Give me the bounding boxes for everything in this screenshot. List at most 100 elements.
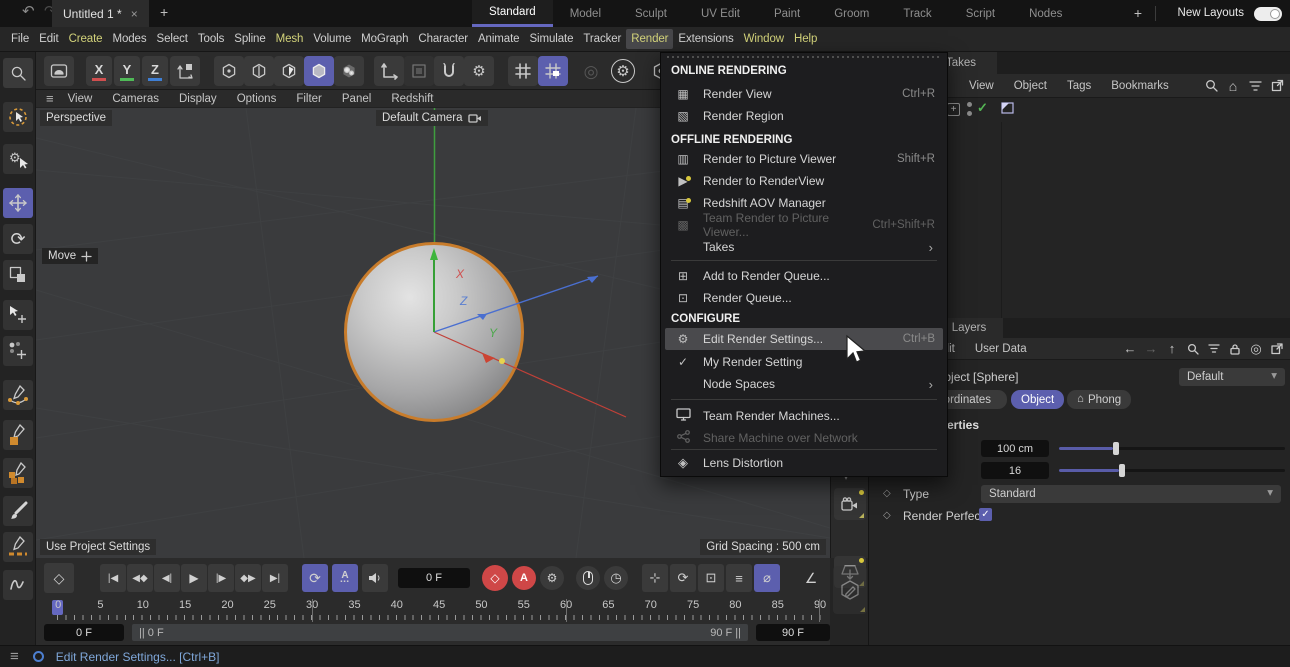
tear-off-strip[interactable]: [667, 56, 941, 58]
menu-bar-item[interactable]: Select: [152, 29, 193, 49]
range-end-field[interactable]: 90 F: [756, 624, 830, 641]
go-to-end-button[interactable]: ▶|: [262, 564, 288, 592]
interactive-render-region-button[interactable]: ◎: [576, 56, 606, 86]
render-perfect-checkbox[interactable]: ✓: [979, 508, 992, 521]
menu-item-takes[interactable]: Takes ›: [665, 236, 943, 258]
camera-label[interactable]: Default Camera: [376, 110, 488, 126]
key-scale-button[interactable]: ⊡: [698, 564, 724, 592]
menu-bar-item[interactable]: Simulate: [524, 29, 578, 49]
transform-tool[interactable]: [3, 300, 33, 330]
menu-bar-item[interactable]: Volume: [308, 29, 356, 49]
menu-item-render-to-picture-viewer[interactable]: ▥ Render to Picture Viewer Shift+R: [665, 148, 943, 170]
range-handle-left[interactable]: ||: [139, 627, 145, 639]
menu-bar-item[interactable]: Tools: [193, 29, 229, 49]
model-mode-button[interactable]: [304, 56, 334, 86]
add-document-tab-button[interactable]: +: [160, 5, 168, 19]
workplane-button[interactable]: [404, 56, 434, 86]
keyframe-selection-button[interactable]: [576, 566, 600, 590]
popout-icon[interactable]: [1267, 342, 1287, 355]
radius-slider[interactable]: [1059, 442, 1285, 455]
key-rotation-button[interactable]: ⟳: [670, 564, 696, 592]
make-keyframe-button[interactable]: ◇: [44, 563, 74, 593]
layout-tab[interactable]: Model: [553, 0, 618, 27]
lock-icon[interactable]: [1225, 343, 1245, 355]
menu-item-add-to-render-queue[interactable]: ⊞ Add to Render Queue...: [665, 265, 943, 287]
viewport-menu-item[interactable]: Cameras: [102, 93, 169, 105]
sphere-object[interactable]: [344, 242, 524, 422]
layout-tab[interactable]: Sculpt: [618, 0, 684, 27]
range-start-field[interactable]: 0 F: [44, 624, 124, 641]
undo-icon[interactable]: ↶: [22, 4, 35, 19]
spline-pen-tool[interactable]: [3, 380, 33, 410]
menu-bar-item[interactable]: Tracker: [578, 29, 626, 49]
autokey-ruler-button[interactable]: A ▪▪▪: [332, 564, 358, 592]
menu-bar-item[interactable]: Extensions: [673, 29, 738, 49]
up-icon[interactable]: ↑: [1162, 341, 1182, 356]
scale-tool[interactable]: [3, 260, 33, 290]
close-icon[interactable]: ×: [131, 7, 138, 21]
menu-bar-item[interactable]: Edit: [34, 29, 63, 49]
key-filter-button[interactable]: ⌀: [754, 564, 780, 592]
points-mode-button[interactable]: [214, 56, 244, 86]
sound-button[interactable]: [362, 564, 388, 592]
render-view-toolbar-button[interactable]: [44, 56, 74, 86]
key-parameters-button[interactable]: ≡: [726, 564, 752, 592]
viewport-menu-item[interactable]: Options: [227, 93, 287, 105]
back-icon[interactable]: ←: [1120, 341, 1140, 356]
popout-icon[interactable]: [1267, 79, 1287, 92]
new-layouts-toggle[interactable]: [1254, 7, 1282, 21]
menu-bar-item[interactable]: Mesh: [271, 29, 309, 49]
menu-bar-item[interactable]: MoGraph: [356, 29, 413, 49]
layout-tab[interactable]: Standard: [472, 0, 553, 27]
menu-bar-item[interactable]: Modes: [107, 29, 151, 49]
forward-icon[interactable]: →: [1141, 341, 1161, 356]
polygons-mode-button[interactable]: [274, 56, 304, 86]
layout-tab[interactable]: Track: [886, 0, 948, 27]
expand-icon[interactable]: +: [947, 103, 960, 116]
menu-bar-item[interactable]: File: [6, 29, 34, 49]
menu-item-team-render-machines[interactable]: Team Render Machines...: [665, 405, 943, 427]
quantize-button[interactable]: [538, 56, 568, 86]
next-key-button[interactable]: ◆▶: [235, 564, 261, 592]
menu-bar-item[interactable]: Create: [64, 29, 108, 49]
object-manager-menu-item[interactable]: Tags: [1057, 80, 1101, 92]
sketch-pen-tool[interactable]: [3, 420, 33, 450]
hamburger-icon[interactable]: ≡: [10, 649, 19, 664]
menu-item-my-render-setting[interactable]: ✓ My Render Setting: [665, 351, 943, 373]
timeline-ruler[interactable]: 051015202530354045505560657075808590: [37, 599, 841, 611]
menu-bar-item[interactable]: Character: [413, 29, 473, 49]
edit-timeline-button[interactable]: [833, 566, 867, 614]
search-commands-button[interactable]: [3, 58, 33, 88]
radius-input[interactable]: 100 cm: [981, 440, 1049, 457]
move-tool[interactable]: [3, 188, 33, 218]
viewport-menu-item[interactable]: Redshift: [381, 93, 443, 105]
menu-bar-item[interactable]: Window: [739, 29, 789, 49]
viewport-menu-item[interactable]: View: [58, 93, 103, 105]
render-settings-toolbar-button[interactable]: ⚙: [608, 56, 638, 86]
menu-item-render-to-renderview[interactable]: ▶ Render to RenderView: [665, 170, 943, 192]
object-manager-menu-item[interactable]: Object: [1004, 80, 1057, 92]
texture-mode-button[interactable]: [334, 56, 364, 86]
snap-settings-button[interactable]: ⚙: [464, 56, 494, 86]
grid-button[interactable]: [508, 56, 538, 86]
layout-tab[interactable]: Nodes: [1012, 0, 1079, 27]
spline-sketch-tool[interactable]: [3, 570, 33, 600]
record-keyframe-button[interactable]: ◇: [482, 565, 508, 591]
previous-key-button[interactable]: ◀◆: [127, 564, 153, 592]
keyframe-dial-button[interactable]: ◷: [604, 566, 628, 590]
x-axis-lock-button[interactable]: X: [86, 56, 112, 86]
attribute-manager-menu-item[interactable]: User Data: [965, 343, 1037, 355]
menu-item-node-spaces[interactable]: Node Spaces ›: [665, 373, 943, 395]
target-icon[interactable]: ◎: [1246, 341, 1266, 357]
tag-flag-icon[interactable]: [1001, 102, 1015, 115]
range-handle-right[interactable]: ||: [735, 627, 741, 639]
filter-icon[interactable]: [1245, 80, 1265, 92]
menu-item-edit-render-settings[interactable]: ⚙ Edit Render Settings... Ctrl+B: [665, 328, 943, 350]
editor-visibility-dot[interactable]: [967, 102, 972, 107]
preview-range-bar[interactable]: || 0 F 90 F ||: [132, 624, 748, 641]
current-frame-field[interactable]: 0 F: [398, 568, 470, 588]
object-manager-menu-item[interactable]: View: [959, 80, 1004, 92]
filter-icon[interactable]: [1204, 343, 1224, 354]
menu-item-render-queue[interactable]: ⊡ Render Queue...: [665, 287, 943, 309]
hamburger-icon[interactable]: ≡: [44, 92, 58, 105]
